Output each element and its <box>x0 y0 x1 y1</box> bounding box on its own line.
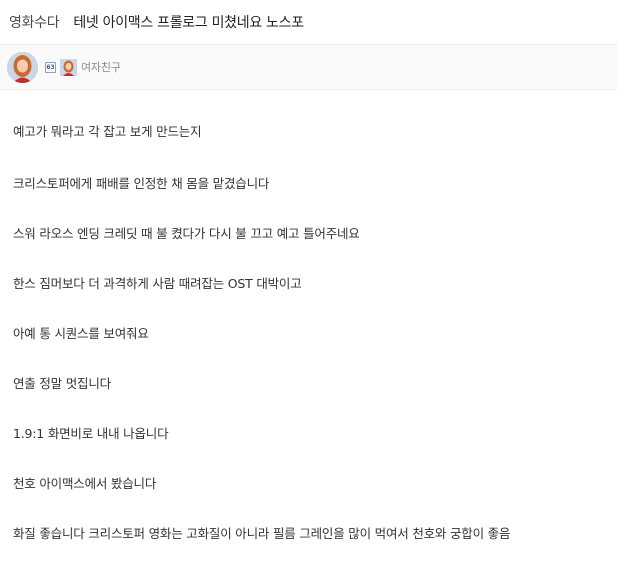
author-nickname[interactable]: 여자친구 <box>81 59 121 75</box>
body-line: 천호 아이맥스에서 봤습니다 <box>13 476 157 491</box>
body-line: 한스 짐머보다 더 과격하게 사람 때려잡는 OST 대박이고 <box>13 276 302 291</box>
body-line: 화질 좋습니다 크리스토퍼 영화는 고화질이 아니라 필름 그레인을 많이 먹여… <box>13 526 511 541</box>
body-line: 크리스토퍼에게 패배를 인정한 채 몸을 맡겼습니다 <box>13 176 270 191</box>
author-info: 63 여자친구 <box>0 44 617 90</box>
post-title: 테넷 아이맥스 프롤로그 미쳤네요 노스포 <box>73 15 304 31</box>
post-header: 영화수다 테넷 아이맥스 프롤로그 미쳤네요 노스포 <box>0 0 617 44</box>
board-name-link[interactable]: 영화수다 <box>9 12 60 32</box>
body-line: 예고가 뭐라고 각 잡고 보게 만드는지 <box>13 124 202 139</box>
author-avatar[interactable] <box>7 51 38 83</box>
level-badge: 63 <box>45 61 56 73</box>
body-line: 아예 통 시퀀스를 보여줘요 <box>13 326 149 341</box>
post-body: 예고가 뭐라고 각 잡고 보게 만드는지 크리스토퍼에게 패배를 인정한 채 몸… <box>0 90 617 542</box>
author-mini-avatar[interactable] <box>60 58 77 76</box>
body-line: 스워 라오스 엔딩 크레딧 때 불 켰다가 다시 불 끄고 예고 틀어주네요 <box>13 226 360 241</box>
body-line: 1.9:1 화면비로 내내 나옵니다 <box>13 426 169 441</box>
body-line: 연출 정말 멋집니다 <box>13 376 111 391</box>
